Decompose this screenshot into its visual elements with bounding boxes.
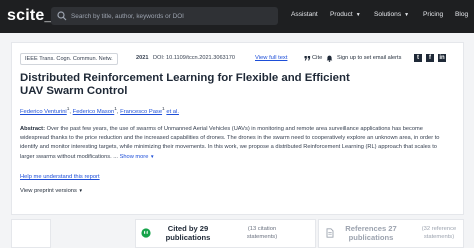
references-panel[interactable]: References 27 publications (32 reference…	[318, 219, 464, 248]
bell-icon[interactable]	[326, 55, 333, 62]
paper-title: Distributed Reinforcement Learning for F…	[20, 72, 350, 97]
preprint-versions-toggle[interactable]: View preprint versions ▼	[20, 188, 83, 194]
twitter-icon[interactable]: t	[414, 54, 422, 62]
more-authors-link[interactable]: et al.	[166, 109, 179, 115]
publication-year: 2021	[136, 55, 149, 61]
author-link[interactable]: Federico Venturini	[20, 109, 67, 115]
nav-assistant[interactable]: Assistant	[291, 11, 318, 18]
abstract-label: Abstract:	[20, 126, 45, 132]
stat-empty-left	[11, 219, 51, 248]
facebook-icon[interactable]: f	[426, 54, 434, 62]
doi-text[interactable]: DOI: 10.1109/tccn.2021.3063170	[153, 55, 235, 61]
chevron-down-icon: ▼	[355, 12, 361, 18]
cited-by-count[interactable]: Cited by 29 publications	[160, 224, 216, 242]
chevron-down-icon: ▼	[404, 12, 410, 18]
search-input[interactable]	[71, 7, 271, 25]
author-link[interactable]: Federico Mason	[73, 109, 115, 115]
email-alerts-link[interactable]: Sign up to set email alerts	[337, 55, 401, 61]
abstract-text: Over the past few years, the use of swar…	[20, 126, 440, 160]
nav-product[interactable]: Product ▼	[330, 11, 361, 18]
nav-blog[interactable]: Blog	[455, 11, 468, 18]
search-icon	[57, 11, 67, 21]
author-link[interactable]: Francesco Pase	[120, 109, 162, 115]
chevron-down-icon: ▼	[78, 188, 84, 193]
cited-by-panel[interactable]: Cited by 29 publications (13 citation st…	[135, 219, 316, 248]
scite-logo[interactable]: scite_	[7, 7, 54, 25]
quote-icon[interactable]	[304, 55, 311, 62]
search-box[interactable]	[51, 7, 278, 25]
journal-badge[interactable]: IEEE Trans. Cogn. Commun. Netw.	[20, 53, 118, 65]
linkedin-icon[interactable]: in	[438, 54, 446, 62]
chevron-down-icon: ▼	[149, 154, 155, 159]
references-count[interactable]: References 27 publications	[339, 224, 403, 242]
top-navigation-bar: scite_ Assistant Product▼ Solutions▼ Pri…	[0, 0, 474, 33]
reference-statements: (32 reference statements)	[421, 226, 457, 240]
help-understand-link[interactable]: Help me understand this report	[20, 174, 100, 180]
nav-pricing[interactable]: Pricing	[423, 11, 443, 18]
citation-stats: Cited by 29 publications (13 citation st…	[11, 219, 464, 248]
view-full-text-link[interactable]: View full text	[255, 55, 287, 61]
author-list: Federico Venturini1, Federico Mason1, Fr…	[20, 107, 179, 115]
cited-by-icon	[141, 228, 151, 238]
citation-statements: (13 citation statements)	[246, 226, 278, 240]
show-more-link[interactable]: Show more ▼	[120, 154, 155, 160]
cite-button[interactable]: Cite	[312, 55, 322, 61]
nav-solutions[interactable]: Solutions ▼	[374, 11, 409, 18]
paper-card: IEEE Trans. Cogn. Commun. Netw. 2021 DOI…	[11, 42, 464, 215]
document-icon	[326, 228, 334, 238]
abstract: Abstract: Over the past few years, the u…	[20, 125, 450, 162]
